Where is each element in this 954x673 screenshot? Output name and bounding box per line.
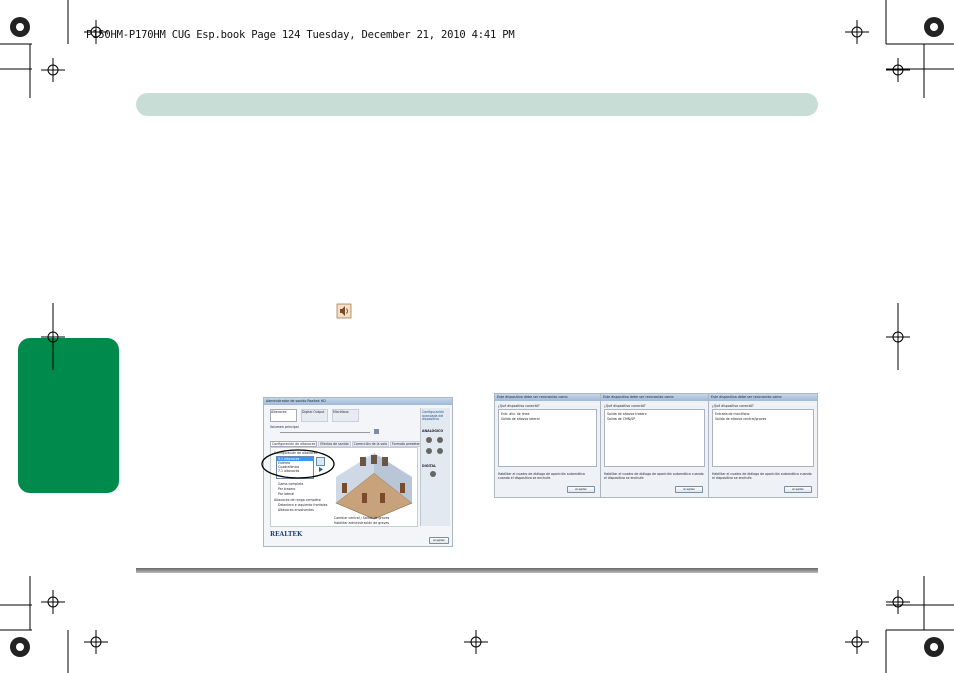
- room-illustration: [335, 453, 413, 520]
- crop-registration-mark-icon: [845, 576, 954, 673]
- dialog-list: Entrada de micrófono Salida de altavoz c…: [712, 409, 814, 467]
- crop-marks: [0, 0, 954, 673]
- crop-registration-mark-icon: [0, 0, 108, 98]
- realtek-panel-screenshot: Administrador de sonido Realtek HD Altav…: [261, 397, 453, 547]
- dialog-option[interactable]: Entr. aliv. de línea: [501, 412, 596, 416]
- speaker-icon: [336, 303, 352, 319]
- dialog-ok-button[interactable]: Aceptar: [784, 486, 812, 493]
- crop-registration-mark-icon: [845, 0, 954, 98]
- crop-registration-mark-icon: [0, 576, 488, 673]
- dialog-option[interactable]: Salida de CMN/SP: [607, 417, 704, 421]
- crop-registration-mark-icon: [41, 303, 910, 370]
- dialog-option[interactable]: Salida de altavoz trasero: [607, 412, 704, 416]
- dialog-3: Este dispositivo debe ser reconocido com…: [708, 393, 818, 498]
- bass-opt[interactable]: Altavoces envolventes: [278, 508, 314, 512]
- analog-label: ANALÓGICO: [422, 429, 444, 433]
- advanced-settings-link[interactable]: Configuración avanzada del dispositivo: [422, 410, 448, 422]
- bass-opt[interactable]: Delantero e izquierdo frontales: [278, 503, 327, 507]
- dialog-checkbox[interactable]: Habilitar el cuadro de diálogo de aparic…: [712, 472, 813, 480]
- dialog-1: Este dispositivo debe ser reconocido com…: [494, 393, 601, 498]
- dialog-option[interactable]: Salida de altavoz lateral: [501, 417, 596, 421]
- tab-microphone[interactable]: Micrófono: [332, 409, 359, 422]
- dialog-title: Este dispositivo debe ser reconocido com…: [495, 394, 600, 401]
- dialog-list: Salida de altavoz trasero Salida de CMN/…: [604, 409, 705, 467]
- dialog-checkbox[interactable]: Habilitar el cuadro de diálogo de aparic…: [498, 472, 596, 480]
- dialog-title: Este dispositivo debe ser reconocido com…: [709, 394, 817, 401]
- dialog-list: Entr. aliv. de línea Salida de altavoz l…: [498, 409, 597, 467]
- speaker-opt[interactable]: Par trasero: [278, 487, 295, 491]
- digital-label: DIGITAL: [422, 464, 437, 468]
- volume-slider[interactable]: [280, 432, 370, 433]
- dialog-checkbox[interactable]: Habilitar el cuadro de diálogo de aparic…: [604, 472, 704, 480]
- radial-target-icon: [10, 637, 30, 657]
- dialog-ok-button[interactable]: Aceptar: [567, 486, 595, 493]
- realtek-window-title: Administrador de sonido Realtek HD: [264, 398, 452, 405]
- volume-mute-icon[interactable]: [374, 429, 379, 434]
- radial-target-icon: [924, 17, 944, 37]
- dialog-option[interactable]: Salida de altavoz central/graves: [715, 417, 813, 421]
- speaker-opt[interactable]: Gama completa: [278, 482, 303, 486]
- dialog-question: ¿Qué dispositivo conectó?: [712, 404, 754, 408]
- highlight-oval: [261, 449, 335, 479]
- tab-speakers[interactable]: Altavoces: [270, 409, 297, 422]
- dialog-question: ¿Qué dispositivo conectó?: [498, 404, 540, 408]
- digital-jack-icon[interactable]: [429, 470, 437, 478]
- tab-digital-output[interactable]: Digital Output: [301, 409, 328, 422]
- radial-target-icon: [10, 17, 30, 37]
- dialog-title: Este dispositivo debe ser reconocido com…: [601, 394, 708, 401]
- radial-target-icon: [924, 637, 944, 657]
- dialog-option[interactable]: Entrada de micrófono: [715, 412, 813, 416]
- swap-opt[interactable]: Habilitar administración de graves: [334, 521, 389, 525]
- ok-button[interactable]: Aceptar: [429, 537, 449, 544]
- speaker-opt[interactable]: Par lateral: [278, 492, 294, 496]
- jack-icons[interactable]: [424, 435, 448, 459]
- dialog-question: ¿Qué dispositivo conectó?: [604, 404, 646, 408]
- volume-label: Volumen principal: [270, 425, 299, 429]
- swap-opt[interactable]: Cambiar central / Salida de graves: [334, 516, 389, 520]
- dialog-ok-button[interactable]: Aceptar: [675, 486, 703, 493]
- bass-label: Altavoces de rango completo: [274, 498, 321, 502]
- dialog-2: Este dispositivo debe ser reconocido com…: [600, 393, 709, 498]
- realtek-logo: REALTEK: [270, 531, 303, 538]
